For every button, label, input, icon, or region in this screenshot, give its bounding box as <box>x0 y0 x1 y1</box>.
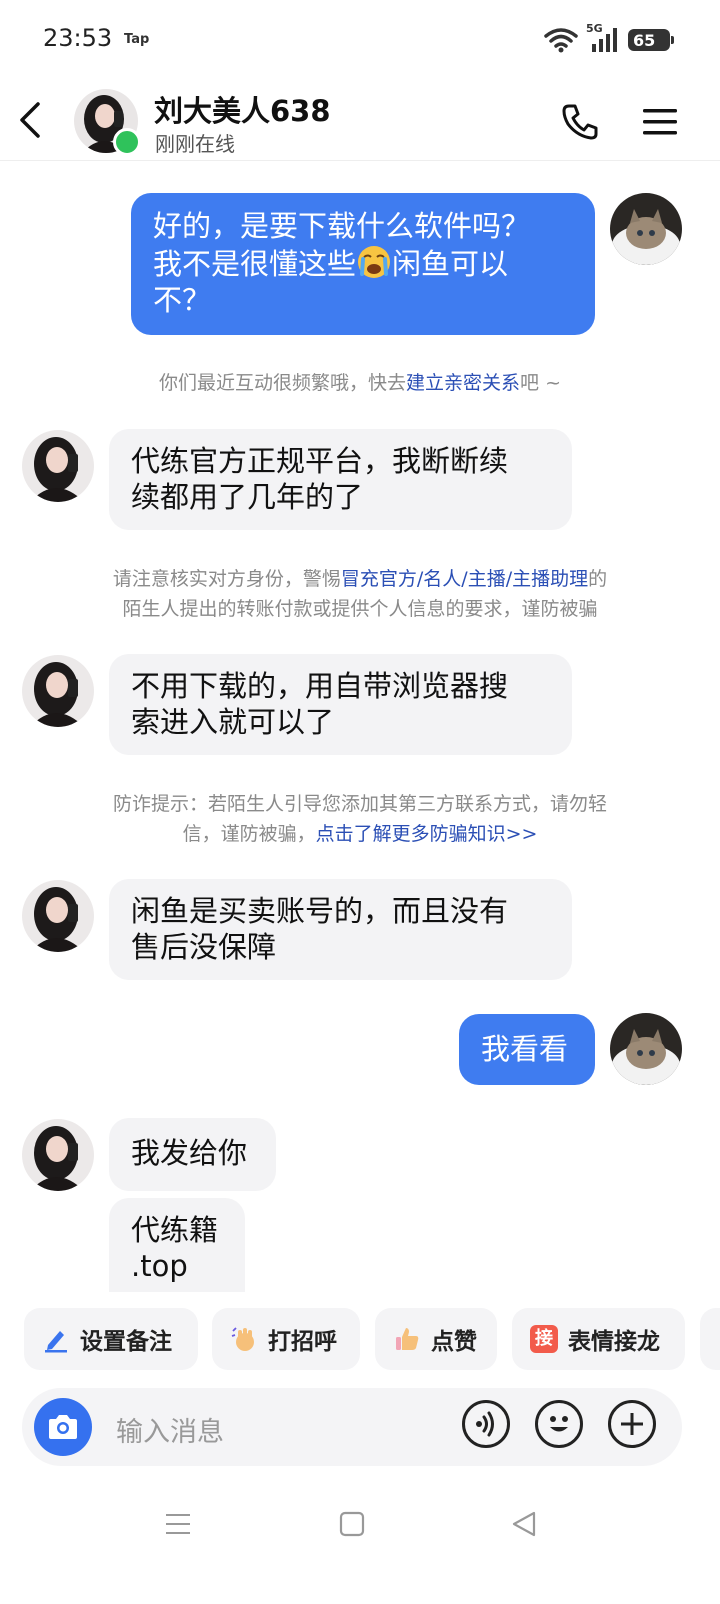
message-line: 好的，是要下载什么软件吗？ <box>153 209 531 243</box>
chip-label: 表情接龙 <box>568 1329 660 1355</box>
back-nav-icon[interactable] <box>510 1510 538 1538</box>
build-intimacy-link[interactable]: 建立亲密关系 <box>406 372 520 394</box>
smiley-face-icon <box>550 1416 568 1432</box>
status-bar: 23:53 Tap 5G 65 <box>0 0 720 80</box>
my-avatar[interactable] <box>610 1013 682 1085</box>
chip-label: 设置备注 <box>80 1329 172 1355</box>
impersonation-link[interactable]: 冒充官方/名人/主播/主播助理 <box>341 568 588 590</box>
set-remark-chip[interactable]: 设置备注 <box>24 1308 198 1370</box>
notice-text: 防诈提示：若陌生人引导您添加其第三方联系方式，请勿轻 <box>112 793 607 815</box>
contact-message-avatar[interactable] <box>22 655 94 727</box>
home-icon[interactable] <box>339 1510 365 1538</box>
incoming-message-bubble[interactable]: 闲鱼是买卖账号的，而且没有 售后没保障 <box>109 879 572 980</box>
say-hello-chip[interactable]: 打招呼 <box>212 1308 360 1370</box>
incoming-message-bubble[interactable]: 代练籍 .top <box>109 1198 245 1292</box>
cellular-signal-icon: 5G <box>586 22 620 54</box>
call-button[interactable] <box>560 102 600 142</box>
anti-fraud-knowledge-link[interactable]: 点击了解更多防骗知识>> <box>316 823 538 845</box>
back-button[interactable] <box>14 100 50 140</box>
notice-text: 的 <box>588 568 608 590</box>
menu-button[interactable] <box>640 104 680 140</box>
message-line: 续都用了几年的了 <box>131 480 364 514</box>
contact-message-avatar[interactable] <box>22 880 94 952</box>
message-text: 我不是很懂这些 <box>153 247 357 281</box>
chevron-left-icon <box>20 102 40 138</box>
waving-hand-icon <box>230 1325 258 1353</box>
thumbs-up-icon <box>393 1325 421 1353</box>
message-line: 索进入就可以了 <box>131 705 335 739</box>
status-time: 23:53 <box>43 24 113 52</box>
jie-badge-icon: 接 <box>530 1325 558 1353</box>
message-line: 代练籍 <box>131 1213 219 1247</box>
message-line: 我发给你 <box>131 1136 248 1170</box>
badge-text: 接 <box>535 1328 553 1349</box>
notice-text: 陌生人提出的转账付款或提供个人信息的要求，谨防被骗 <box>122 598 598 620</box>
outgoing-message-bubble[interactable]: 好的，是要下载什么软件吗？ 我不是很懂这些 闲鱼可以 不？ <box>131 193 595 335</box>
message-line: 闲鱼是买卖账号的，而且没有 <box>131 894 509 928</box>
phone-icon <box>562 104 598 140</box>
battery-level: 65 <box>633 30 656 50</box>
hamburger-menu-icon <box>643 109 677 135</box>
like-chip[interactable]: 点赞 <box>375 1308 497 1370</box>
contact-name[interactable]: 刘大美人638 <box>154 88 331 130</box>
recent-apps-icon[interactable] <box>164 1510 192 1538</box>
emoji-button[interactable] <box>535 1400 583 1448</box>
outgoing-message-bubble[interactable]: 我看看 <box>459 1014 595 1085</box>
message-line: 我不是很懂这些 闲鱼可以 <box>153 244 573 282</box>
more-chips-edge <box>700 1308 720 1370</box>
incoming-message-bubble[interactable]: 代练官方正规平台，我断断续 续都用了几年的了 <box>109 429 572 530</box>
chip-label: 点赞 <box>431 1329 477 1355</box>
status-icons: 5G 65 <box>544 22 674 54</box>
notice-text: 信，谨防被骗， <box>182 823 316 845</box>
notice-text: 吧 ~ <box>520 372 561 394</box>
contact-message-avatar[interactable] <box>22 430 94 502</box>
loudly-crying-face-icon <box>356 244 392 280</box>
chat-header: 刘大美人638 刚刚在线 <box>0 80 720 161</box>
message-input[interactable]: 输入消息 <box>116 1410 224 1449</box>
message-line: 不？ <box>153 283 212 317</box>
chip-label: 打招呼 <box>268 1329 337 1355</box>
camera-button[interactable] <box>34 1398 92 1456</box>
message-line: 代练官方正规平台，我断断续 <box>131 444 509 478</box>
my-avatar[interactable] <box>610 193 682 265</box>
message-text: 闲鱼可以 <box>392 247 509 281</box>
contact-online-status: 刚刚在线 <box>155 132 235 156</box>
identity-warning-notice: 请注意核实对方身份，警惕冒充官方/名人/主播/主播助理的 陌生人提出的转账付款或… <box>40 564 680 624</box>
camera-icon <box>49 1415 77 1439</box>
notice-text: 请注意核实对方身份，警惕 <box>112 568 341 590</box>
incoming-message-bubble[interactable]: 我发给你 <box>109 1118 276 1191</box>
incoming-message-bubble[interactable]: 不用下载的，用自带浏览器搜 索进入就可以了 <box>109 654 572 755</box>
intimacy-notice: 你们最近互动很频繁哦，快去建立亲密关系吧 ~ <box>40 368 680 398</box>
pencil-icon <box>42 1325 70 1353</box>
contact-message-avatar[interactable] <box>22 1119 94 1191</box>
online-status-dot <box>113 128 141 156</box>
message-input-bar: 输入消息 <box>22 1388 682 1466</box>
tap-indicator: Tap <box>124 32 150 47</box>
message-line: .top <box>131 1249 188 1283</box>
notice-text: 你们最近互动很频繁哦，快去 <box>159 372 407 394</box>
battery-indicator: 65 <box>628 29 674 51</box>
plus-icon <box>621 1413 643 1435</box>
message-line: 我看看 <box>481 1032 569 1066</box>
voice-button[interactable] <box>462 1400 510 1448</box>
fraud-warning-notice: 防诈提示：若陌生人引导您添加其第三方联系方式，请勿轻 信，谨防被骗，点击了解更多… <box>40 789 680 849</box>
message-line: 不用下载的，用自带浏览器搜 <box>131 669 509 703</box>
message-line: 售后没保障 <box>131 930 277 964</box>
emoji-relay-chip[interactable]: 接 表情接龙 <box>512 1308 685 1370</box>
more-options-button[interactable] <box>608 1400 656 1448</box>
wifi-icon <box>544 28 578 53</box>
voice-wave-icon <box>476 1411 494 1437</box>
